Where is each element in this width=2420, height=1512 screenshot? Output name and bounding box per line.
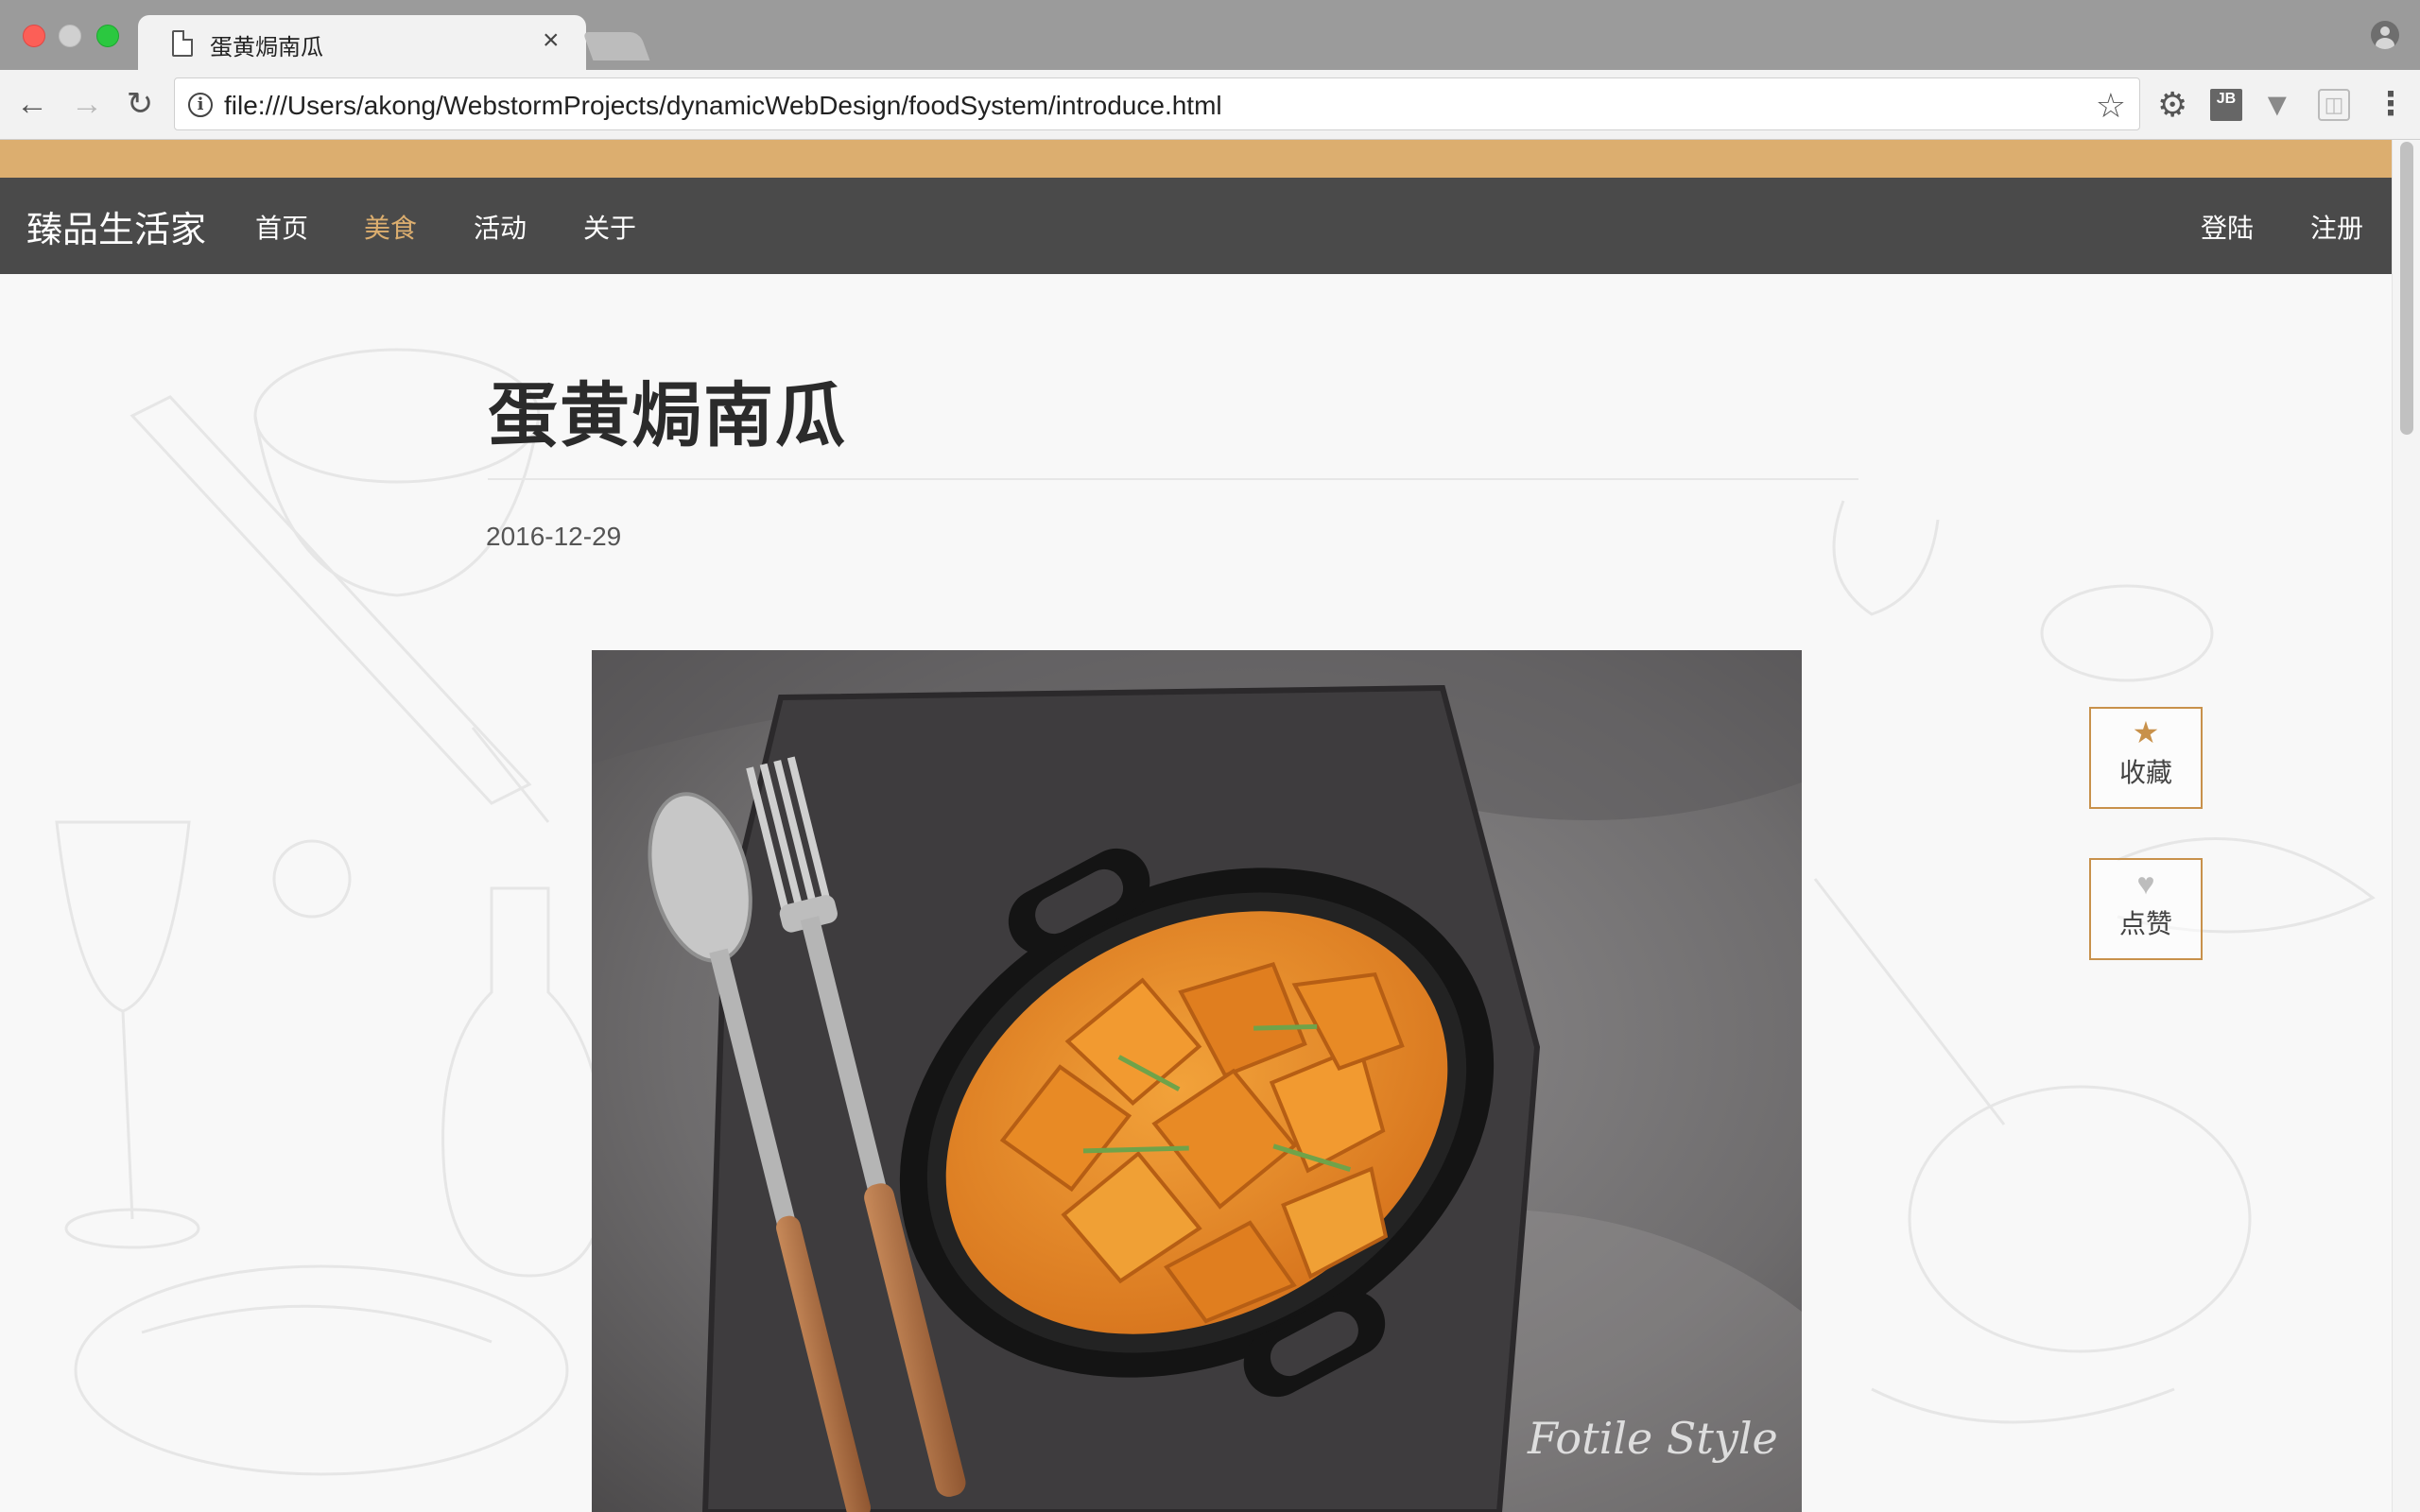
like-button[interactable]: ♥ 点赞	[2089, 858, 2203, 960]
reload-button[interactable]: ↻	[119, 83, 161, 125]
extension-grid-icon[interactable]: ◫	[2318, 89, 2350, 121]
site-brand[interactable]: 臻品生活家	[26, 200, 206, 252]
new-tab-button[interactable]	[582, 32, 650, 60]
register-link[interactable]: 注册	[2310, 208, 2363, 246]
extension-vue-icon[interactable]: ▼	[2261, 89, 2293, 121]
star-icon: ★	[2132, 715, 2160, 749]
extension-jetbrains-icon[interactable]: JB	[2210, 89, 2242, 121]
site-navbar: 臻品生活家 首页 美食 活动 关于 登陆 注册	[0, 178, 2392, 274]
page-scrollbar[interactable]	[2392, 140, 2420, 1512]
window-close-button[interactable]	[23, 25, 45, 47]
nav-about[interactable]: 关于	[583, 208, 636, 246]
window-minimize-button[interactable]	[59, 25, 81, 47]
address-bar[interactable]: i file:///Users/akong/WebstormProjects/d…	[174, 77, 2140, 130]
favorite-label: 收藏	[2118, 758, 2172, 787]
like-label: 点赞	[2118, 909, 2172, 938]
extension-gear-icon[interactable]: ⚙	[2157, 88, 2189, 122]
browser-tab[interactable]: 蛋黄焗南瓜 ×	[138, 15, 586, 70]
dish-photo: Fotile Style	[592, 650, 1802, 1512]
browser-menu-icon[interactable]: ⋮	[2375, 85, 2407, 123]
article-title: 蛋黄焗南瓜	[488, 376, 847, 455]
forward-button[interactable]: →	[66, 83, 108, 125]
nav-food[interactable]: 美食	[364, 208, 417, 246]
login-link[interactable]: 登陆	[2201, 208, 2254, 246]
browser-tabstrip: 蛋黄焗南瓜 ×	[0, 0, 2420, 70]
document-icon	[172, 30, 193, 57]
window-maximize-button[interactable]	[96, 25, 119, 47]
nav-home[interactable]: 首页	[255, 208, 308, 246]
back-button[interactable]: ←	[11, 83, 53, 125]
browser-toolbar: ← → ↻ i file:///Users/akong/WebstormProj…	[0, 70, 2420, 140]
tab-close-icon[interactable]: ×	[543, 25, 560, 57]
favorite-button[interactable]: ★ 收藏	[2089, 707, 2203, 809]
bookmark-star-icon[interactable]: ☆	[2096, 86, 2126, 126]
profile-icon[interactable]	[2371, 21, 2399, 49]
url-text[interactable]: file:///Users/akong/WebstormProjects/dyn…	[224, 91, 1222, 121]
scrollbar-thumb[interactable]	[2400, 142, 2413, 435]
article-date: 2016-12-29	[486, 522, 622, 551]
photo-watermark: Fotile Style	[1527, 1413, 1778, 1464]
heart-icon: ♥	[2136, 867, 2155, 901]
title-divider	[488, 478, 1858, 480]
nav-activities[interactable]: 活动	[474, 208, 527, 246]
tab-title: 蛋黄焗南瓜	[210, 35, 323, 60]
info-icon[interactable]: i	[188, 93, 213, 117]
top-accent-bar	[0, 140, 2392, 178]
